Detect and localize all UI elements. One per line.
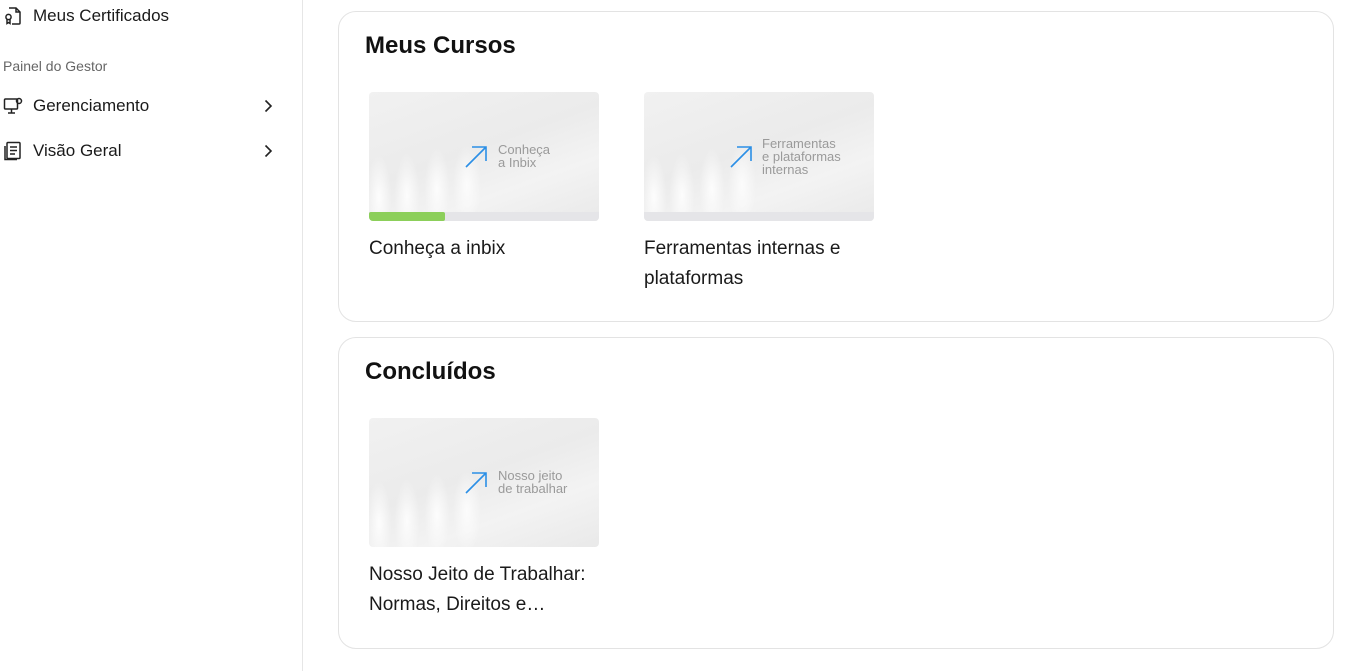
course-thumbnail: Conheça a Inbix [369, 92, 599, 221]
sidebar: Meus Certificados Painel do Gestor Geren… [0, 0, 303, 671]
arrow-up-right-icon [730, 146, 752, 168]
sidebar-item-overview[interactable]: Visão Geral [0, 136, 290, 166]
my-courses-card: Meus Cursos Conheça a Inbix Conheça a in… [338, 11, 1334, 322]
progress-bar [644, 212, 874, 221]
sidebar-item-label: Gerenciamento [33, 96, 150, 115]
sidebar-item-management[interactable]: Gerenciamento [0, 91, 290, 121]
course-thumbnail: Nosso jeito de trabalhar [369, 418, 599, 547]
arrow-up-right-icon [465, 146, 487, 168]
arrow-up-right-icon [465, 472, 487, 494]
chevron-right-icon [264, 144, 273, 158]
section-label-manager-panel: Painel do Gestor [3, 58, 108, 74]
certificate-icon [2, 5, 24, 27]
thumbnail-caption: Conheça a Inbix [498, 142, 551, 170]
course-title: Conheça a inbix [369, 238, 506, 259]
chevron-right-icon [264, 99, 273, 113]
progress-fill [369, 212, 445, 221]
document-list-icon [2, 140, 24, 162]
thumbnail-caption: Ferramentas e plataformas internas [762, 136, 841, 177]
sidebar-item-label: Meus Certificados [33, 6, 170, 25]
completed-courses-card: Concluídos Nosso jeito de trabalhar Noss… [338, 337, 1334, 649]
course-card-ferramentas[interactable]: Ferramentas e plataformas internas Ferra… [644, 92, 874, 294]
course-card-conheca-inbix[interactable]: Conheça a Inbix Conheça a inbix [369, 92, 599, 264]
monitor-settings-icon [2, 95, 24, 117]
completed-title: Concluídos [365, 358, 496, 385]
course-title: Nosso Jeito de Trabalhar: Normas, Direit… [369, 564, 586, 615]
sidebar-item-label: Visão Geral [33, 141, 122, 160]
my-courses-title: Meus Cursos [365, 32, 516, 59]
course-title: Ferramentas internas e plataformas [644, 238, 841, 289]
sidebar-item-certificates[interactable]: Meus Certificados [0, 1, 290, 31]
course-thumbnail: Ferramentas e plataformas internas [644, 92, 874, 221]
course-card-nosso-jeito[interactable]: Nosso jeito de trabalhar Nosso Jeito de … [369, 418, 599, 620]
thumbnail-caption: Nosso jeito de trabalhar [498, 468, 568, 496]
progress-bar [369, 212, 599, 221]
